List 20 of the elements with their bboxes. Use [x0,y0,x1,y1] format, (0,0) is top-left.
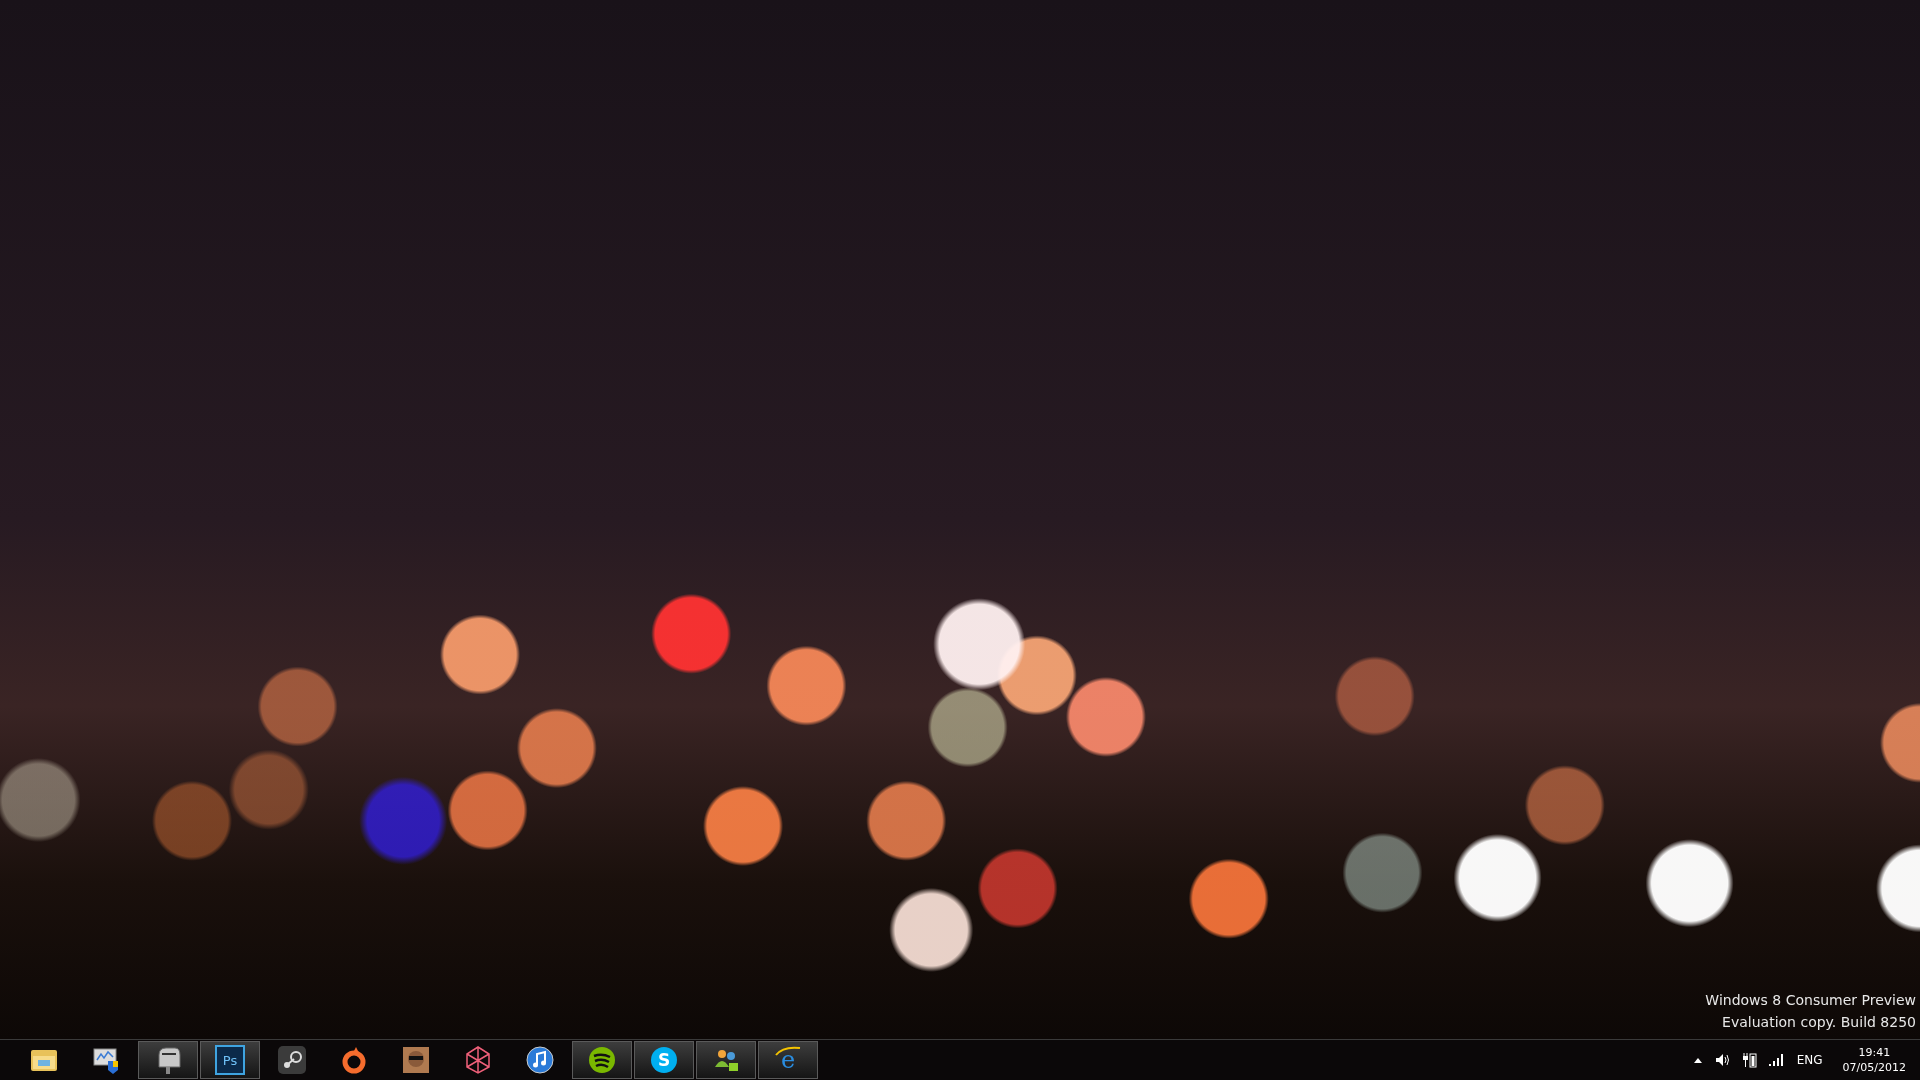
skype-glyph: S [657,1050,671,1070]
ie-glyph: e [780,1046,796,1074]
evaluation-text: Windows 8 Consumer Preview [1705,991,1916,1010]
taskbar-button[interactable]: Ps [200,1041,260,1079]
steam-logo-icon [277,1045,307,1075]
battery-plug-icon[interactable] [1742,1052,1757,1068]
up-caret-icon[interactable] [1692,1056,1703,1064]
speaker-icon[interactable] [1714,1052,1731,1068]
signal-bars-icon[interactable] [1768,1053,1785,1067]
taskbar-button[interactable] [572,1041,632,1079]
evaluation-text: Evaluation copy. Build 8250 [1722,1013,1916,1032]
spotify-logo-icon [587,1045,617,1075]
taskbar-button[interactable] [696,1041,756,1079]
taskbar-button[interactable] [138,1041,198,1079]
clock[interactable]: 19:41 07/05/2012 [1842,1045,1906,1075]
photoshop-glyph: Ps [222,1053,238,1068]
language-indicator[interactable]: ENG [1796,1053,1823,1067]
taskbar-button[interactable]: e [758,1041,818,1079]
flag-monitor-icon [91,1045,121,1075]
music-note-icon [525,1045,555,1075]
